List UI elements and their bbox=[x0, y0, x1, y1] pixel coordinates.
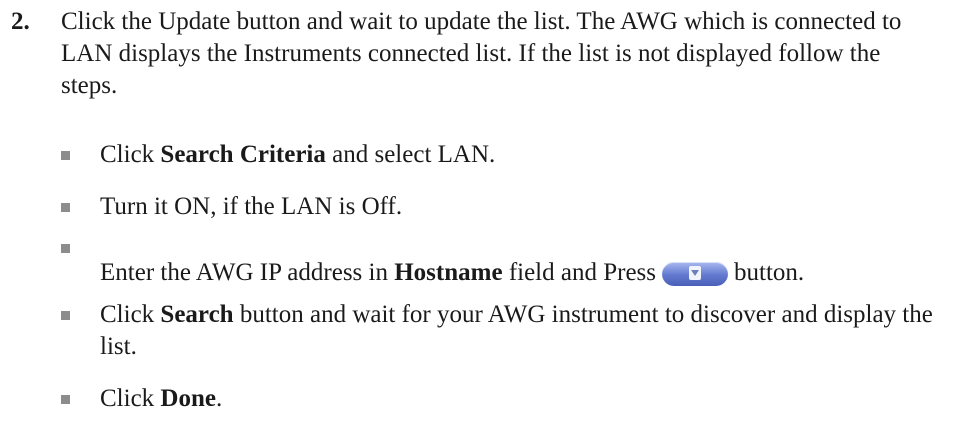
square-bullet-icon bbox=[61, 151, 70, 160]
list-item-text: Click Done. bbox=[100, 385, 223, 412]
list-item-text: Click Search Criteria and select LAN. bbox=[100, 141, 496, 168]
list-item-text: Turn it ON, if the LAN is Off. bbox=[100, 193, 403, 220]
step-description: Click the Update button and wait to upda… bbox=[61, 8, 902, 99]
list-item-text: Click Search button and wait for your AW… bbox=[100, 301, 933, 360]
list-item-text: Enter the AWG IP address in Hostname fie… bbox=[100, 259, 805, 286]
down-arrow-icon bbox=[689, 266, 702, 280]
step-number: 2. bbox=[11, 8, 30, 35]
square-bullet-icon bbox=[61, 244, 70, 253]
square-bullet-icon bbox=[61, 311, 70, 320]
square-bullet-icon bbox=[61, 395, 70, 404]
blue-pill-arrow-button-icon bbox=[662, 262, 729, 286]
square-bullet-icon bbox=[61, 203, 70, 212]
